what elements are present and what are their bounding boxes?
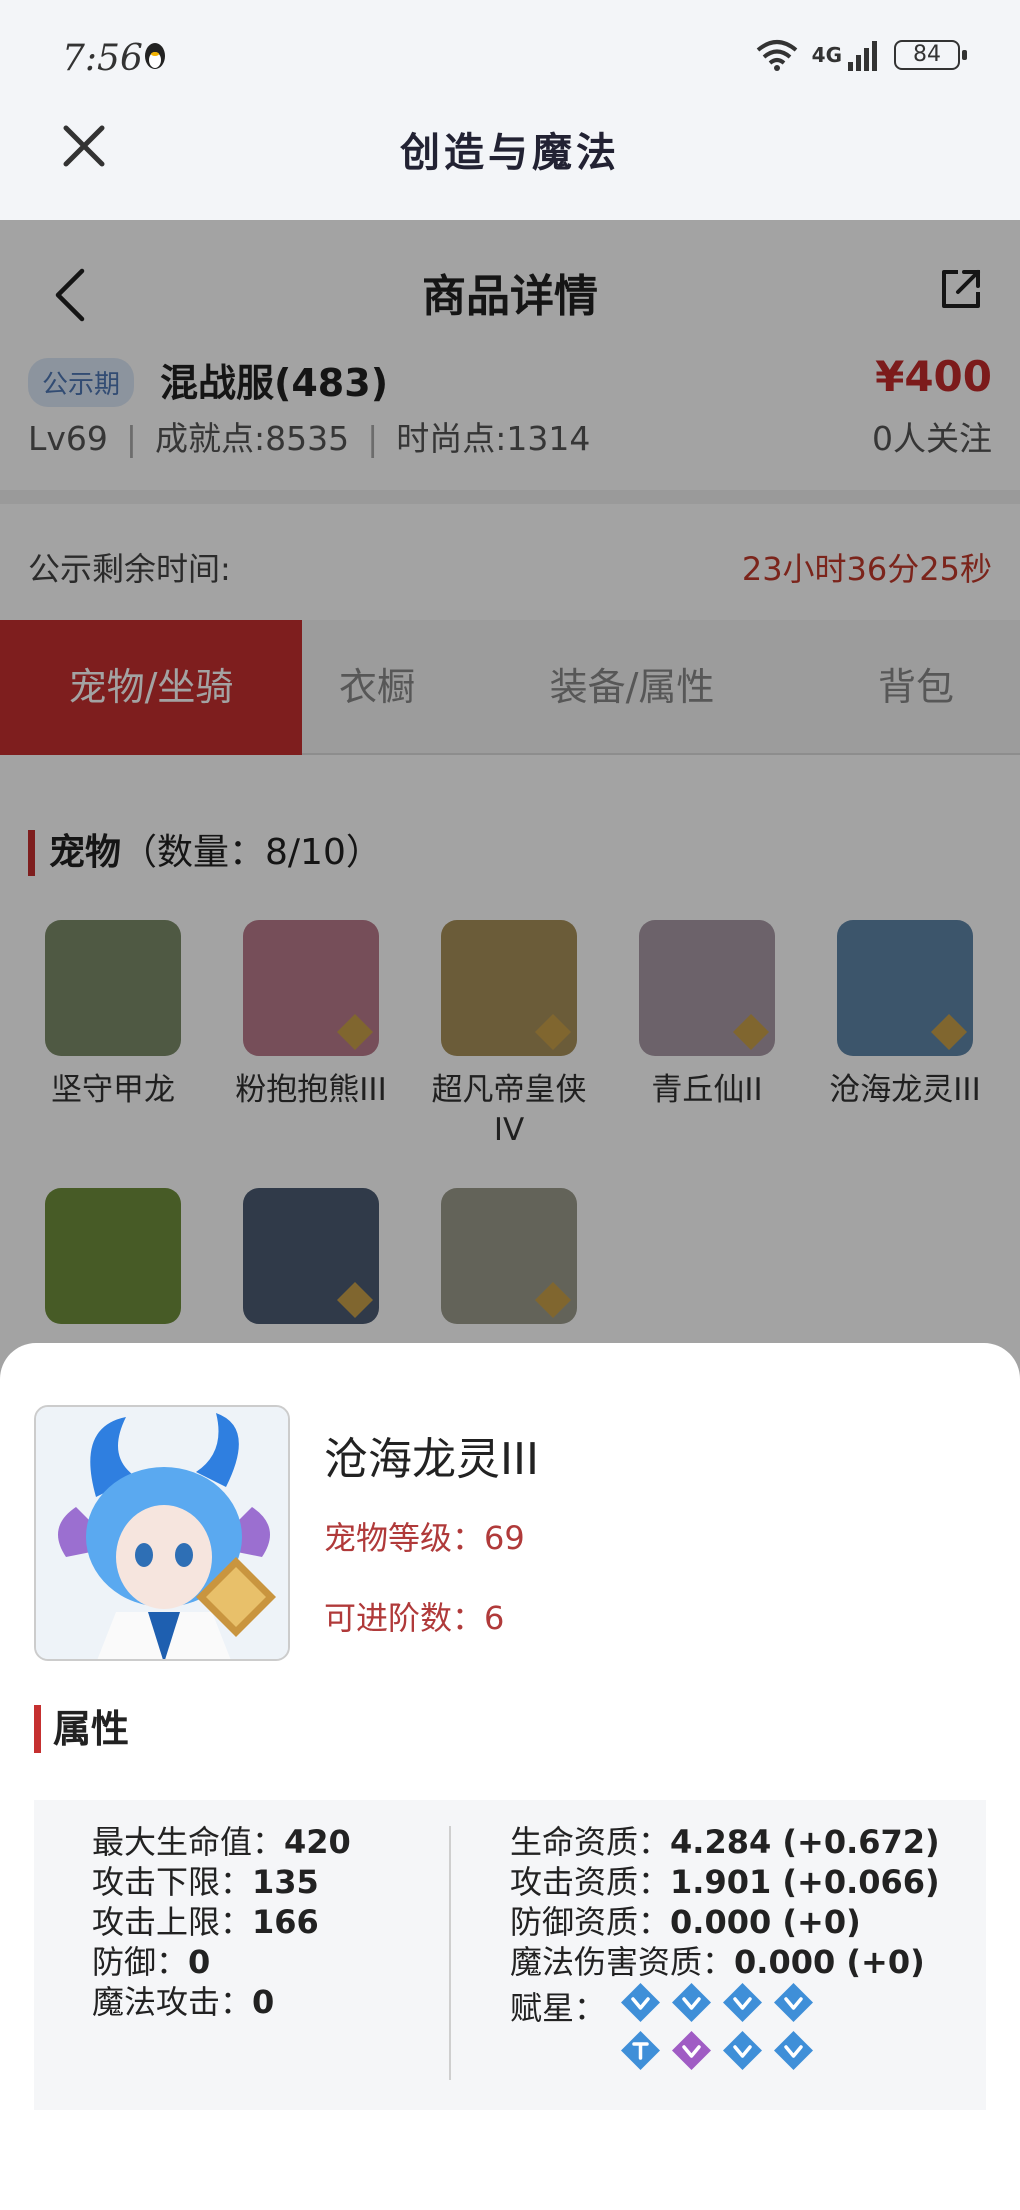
network-type: 4G [811,43,842,67]
stars-row-top [620,1982,814,2023]
star-gem-icon [621,1983,660,2022]
star-gem-icon [672,2031,711,2070]
stars-row-bottom [620,2030,814,2071]
stat-atk-max: 攻击上限：166 [92,1903,319,1941]
star-gem-icon [774,2031,813,2070]
pet-advance-label: 可进阶数： [324,1599,485,1637]
pet-advance-count: 可进阶数：6 [324,1593,504,1639]
stats-divider [449,1826,451,2080]
pet-detail-sheet: 沧海龙灵III 宠物等级：69 可进阶数：6 属性 最大生命值：420 攻击下限… [0,1343,1020,2210]
pet-level-value: 69 [484,1519,525,1557]
attributes-title: 属性 [34,1705,129,1753]
stat-defense: 防御：0 [92,1943,211,1981]
aptitude-stats: 生命资质：4.284 (+0.672) 攻击资质：1.901 (+0.066) … [510,1822,940,2072]
battery-icon: 84 [894,40,967,70]
star-gem-icon [723,2031,762,2070]
app-header: 7:56 4G 84 创造与魔法 [0,0,1020,220]
wifi-icon [756,40,797,71]
base-stats: 最大生命值：420 攻击下限：135 攻击上限：166 防御：0 魔法攻击：0 [92,1822,351,2022]
stat-magic-aptitude: 魔法伤害资质：0.000 (+0) [510,1943,925,1981]
status-indicators: 4G 84 [754,38,967,72]
status-time: 7:56 [62,38,143,79]
penguin-icon [145,43,165,69]
star-gem-icon [621,2031,660,2070]
pet-detail-name: 沧海龙灵III [324,1434,539,1485]
stat-def-aptitude: 防御资质：0.000 (+0) [510,1903,861,1941]
stat-hp-aptitude: 生命资质：4.284 (+0.672) [510,1823,940,1861]
attributes-panel: 最大生命值：420 攻击下限：135 攻击上限：166 防御：0 魔法攻击：0 … [34,1800,986,2110]
star-gem-icon [723,1983,762,2022]
pet-advance-value: 6 [484,1599,505,1637]
star-gem-icon [672,1983,711,2022]
star-rating: 赋星： [510,1982,940,2072]
star-gem-icon [774,1983,813,2022]
signal-icon [848,41,877,71]
stat-atk-aptitude: 攻击资质：1.901 (+0.066) [510,1863,940,1901]
pet-portrait-image [36,1407,288,1659]
app-title: 创造与魔法 [400,129,620,176]
stat-atk-min: 攻击下限：135 [92,1863,319,1901]
stat-magic-atk: 魔法攻击：0 [92,1983,275,2021]
pet-level-label: 宠物等级： [324,1519,485,1557]
stat-max-hp: 最大生命值：420 [92,1823,351,1861]
stars-label: 赋星： [510,1989,607,2027]
pet-avatar [34,1405,290,1661]
pet-level: 宠物等级：69 [324,1513,525,1559]
